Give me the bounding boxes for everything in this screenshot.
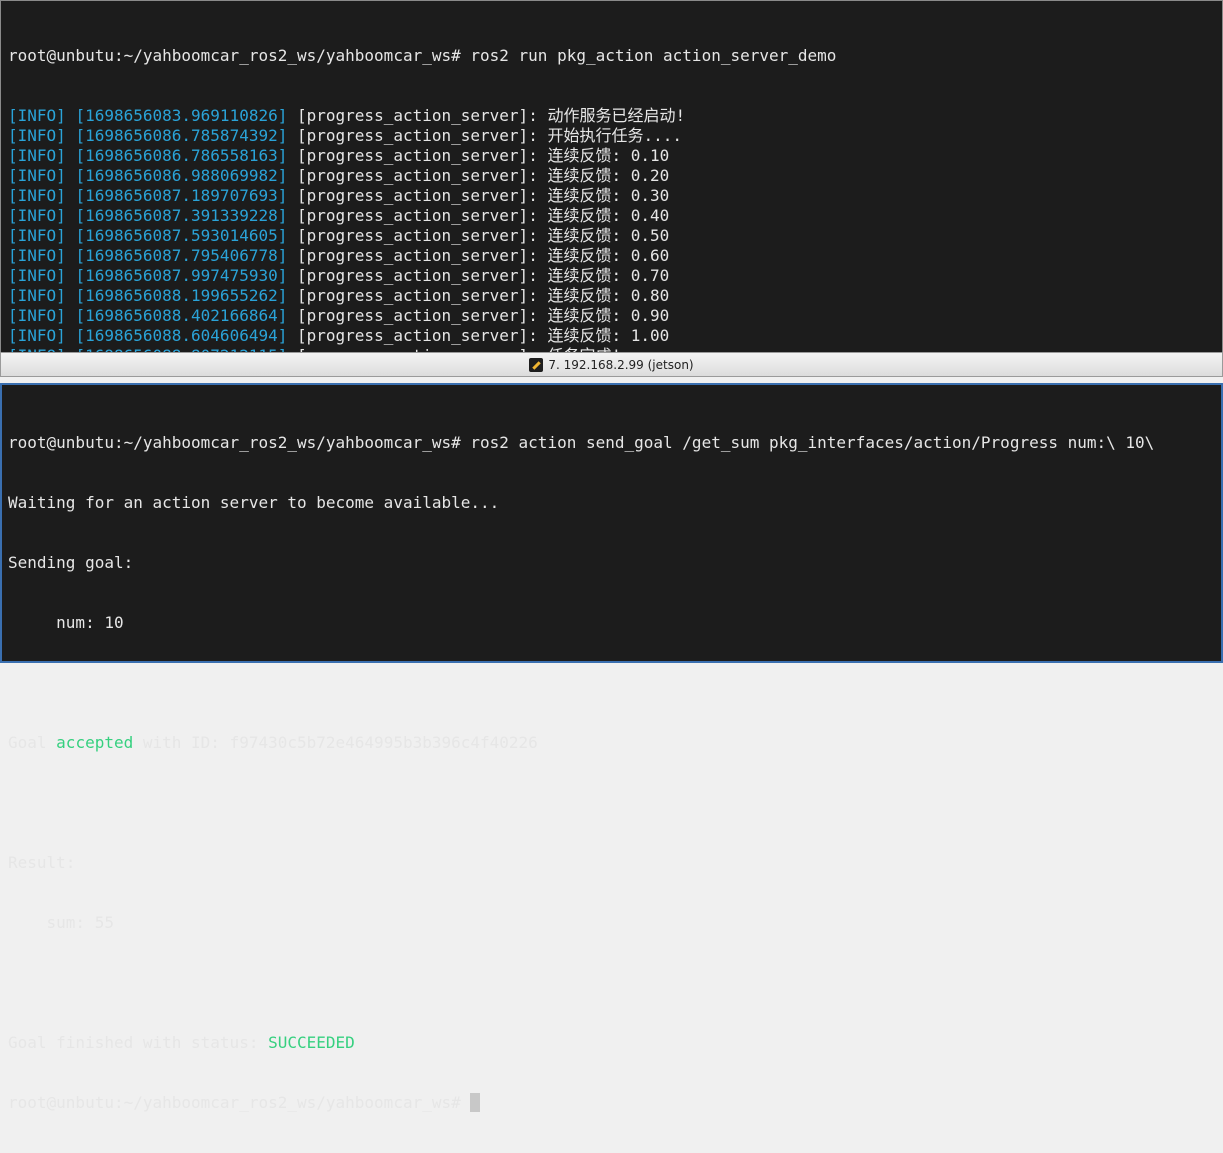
- bottom-terminal-pane[interactable]: root@unbutu:~/yahboomcar_ros2_ws/yahboom…: [0, 383, 1223, 1112]
- log-message: [progress_action_server]: 开始执行任务....: [297, 126, 682, 145]
- log-level: [INFO]: [8, 246, 66, 265]
- log-line: [INFO] [1698656087.391339228] [progress_…: [8, 206, 836, 226]
- log-level: [INFO]: [8, 206, 66, 225]
- log-level: [INFO]: [8, 326, 66, 345]
- spanner-icon: [529, 357, 544, 372]
- log-timestamp: [1698656087.795406778]: [75, 246, 288, 265]
- log-message: [progress_action_server]: 连续反馈: 0.70: [297, 266, 670, 285]
- command-line: root@unbutu:~/yahboomcar_ros2_ws/yahboom…: [8, 433, 1155, 452]
- log-list: [INFO] [1698656083.969110826] [progress_…: [8, 106, 836, 366]
- log-line: [INFO] [1698656087.997475930] [progress_…: [8, 266, 836, 286]
- log-message: [progress_action_server]: 连续反馈: 0.90: [297, 306, 670, 325]
- log-timestamp: [1698656088.604606494]: [75, 326, 288, 345]
- log-line: [INFO] [1698656088.199655262] [progress_…: [8, 286, 836, 306]
- log-line: [INFO] [1698656086.785874392] [progress_…: [8, 126, 836, 146]
- log-line: [INFO] [1698656086.988069982] [progress_…: [8, 166, 836, 186]
- log-timestamp: [1698656086.786558163]: [75, 146, 288, 165]
- log-level: [INFO]: [8, 226, 66, 245]
- prompt: root@unbutu:~/yahboomcar_ros2_ws/yahboom…: [8, 1093, 471, 1112]
- log-level: [INFO]: [8, 126, 66, 145]
- log-timestamp: [1698656087.997475930]: [75, 266, 288, 285]
- result-sum-line: sum: 55: [8, 913, 114, 932]
- log-timestamp: [1698656087.391339228]: [75, 206, 288, 225]
- log-level: [INFO]: [8, 166, 66, 185]
- log-timestamp: [1698656088.199655262]: [75, 286, 288, 305]
- goal-prefix: Goal: [8, 733, 57, 752]
- log-timestamp: [1698656083.969110826]: [75, 106, 288, 125]
- log-timestamp: [1698656087.189707693]: [75, 186, 288, 205]
- log-line: [INFO] [1698656083.969110826] [progress_…: [8, 106, 836, 126]
- log-timestamp: [1698656086.785874392]: [75, 126, 288, 145]
- log-message: [progress_action_server]: 连续反馈: 0.60: [297, 246, 670, 265]
- log-level: [INFO]: [8, 266, 66, 285]
- finished-status-line: Goal finished with status: SUCCEEDED: [8, 1033, 1154, 1053]
- goal-num-line: num: 10: [8, 613, 124, 632]
- log-level: [INFO]: [8, 106, 66, 125]
- log-line: [INFO] [1698656088.604606494] [progress_…: [8, 326, 836, 346]
- goal-accepted-line: Goal accepted with ID: f97430c5b72e46499…: [8, 733, 1154, 753]
- log-timestamp: [1698656086.988069982]: [75, 166, 288, 185]
- log-line: [INFO] [1698656087.795406778] [progress_…: [8, 246, 836, 266]
- command-line: root@unbutu:~/yahboomcar_ros2_ws/yahboom…: [8, 46, 837, 65]
- log-line: [INFO] [1698656087.593014605] [progress_…: [8, 226, 836, 246]
- log-message: [progress_action_server]: 连续反馈: 1.00: [297, 326, 670, 345]
- session-label: 7. 192.168.2.99 (jetson): [548, 357, 694, 372]
- log-timestamp: [1698656087.593014605]: [75, 226, 288, 245]
- finished-prefix: Goal finished with status:: [8, 1033, 269, 1052]
- log-message: [progress_action_server]: 连续反馈: 0.80: [297, 286, 670, 305]
- status-word: SUCCEEDED: [268, 1033, 355, 1052]
- prompt-line: root@unbutu:~/yahboomcar_ros2_ws/yahboom…: [8, 1093, 1154, 1113]
- result-label-line: Result:: [8, 853, 76, 872]
- session-status-bar: 7. 192.168.2.99 (jetson): [0, 352, 1223, 377]
- bottom-terminal-output: root@unbutu:~/yahboomcar_ros2_ws/yahboom…: [8, 393, 1154, 1153]
- goal-id: with ID: f97430c5b72e464995b3b396c4f4022…: [133, 733, 538, 752]
- log-line: [INFO] [1698656086.786558163] [progress_…: [8, 146, 836, 166]
- log-line: [INFO] [1698656087.189707693] [progress_…: [8, 186, 836, 206]
- log-level: [INFO]: [8, 186, 66, 205]
- cursor: [470, 1093, 481, 1112]
- accepted-word: accepted: [56, 733, 134, 752]
- log-line: [INFO] [1698656088.402166864] [progress_…: [8, 306, 836, 326]
- log-timestamp: [1698656088.402166864]: [75, 306, 288, 325]
- log-level: [INFO]: [8, 306, 66, 325]
- log-message: [progress_action_server]: 连续反馈: 0.50: [297, 226, 670, 245]
- log-message: [progress_action_server]: 连续反馈: 0.40: [297, 206, 670, 225]
- waiting-line: Waiting for an action server to become a…: [8, 493, 500, 512]
- log-message: [progress_action_server]: 连续反馈: 0.10: [297, 146, 670, 165]
- log-level: [INFO]: [8, 286, 66, 305]
- top-terminal-pane[interactable]: root@unbutu:~/yahboomcar_ros2_ws/yahboom…: [0, 0, 1223, 425]
- log-message: [progress_action_server]: 连续反馈: 0.30: [297, 186, 670, 205]
- sending-goal-line: Sending goal:: [8, 553, 134, 572]
- log-message: [progress_action_server]: 动作服务已经启动!: [297, 106, 686, 125]
- log-level: [INFO]: [8, 146, 66, 165]
- log-message: [progress_action_server]: 连续反馈: 0.20: [297, 166, 670, 185]
